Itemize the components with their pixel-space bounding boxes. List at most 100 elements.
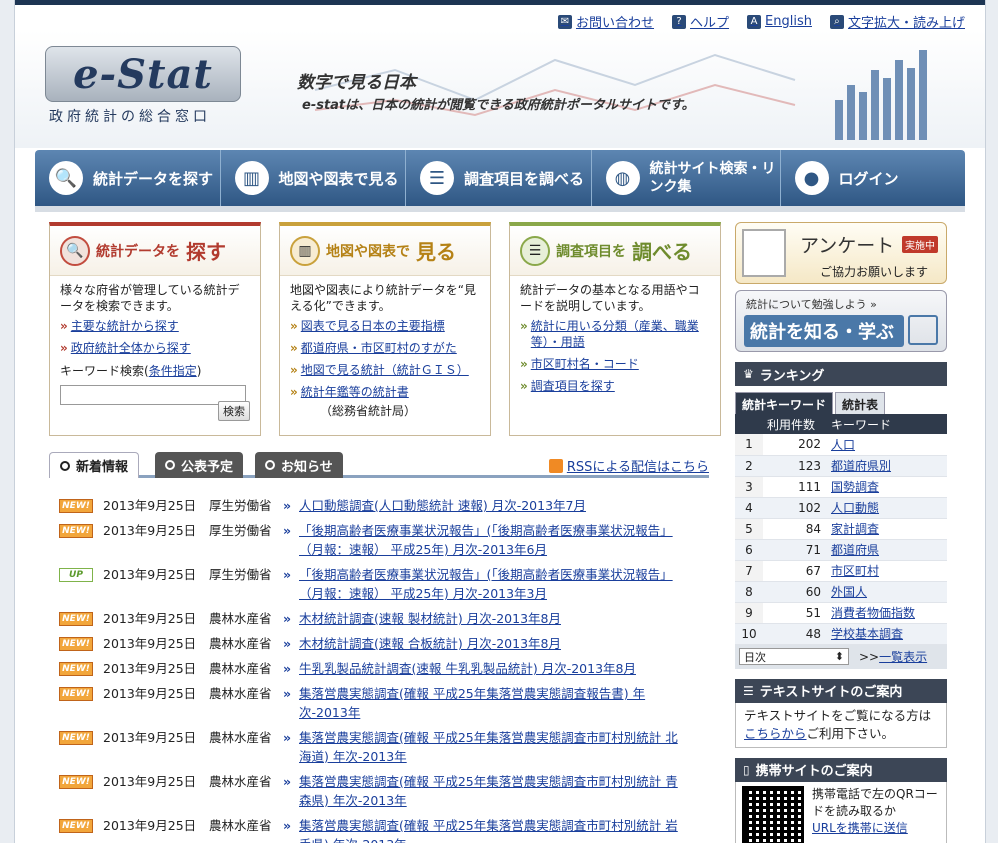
- rank-keyword-link[interactable]: 都道府県: [831, 543, 879, 557]
- status-badge: UP: [59, 568, 93, 582]
- link-municipality-code[interactable]: 市区町村名・コード: [531, 356, 639, 372]
- news-title-link[interactable]: 集落営農実態調査(確報 平成25年集落営農実態調査市町村別統計 岩手県) 年次-…: [299, 816, 689, 843]
- document-search-icon: ☰: [520, 235, 550, 266]
- arrow-icon: »: [283, 818, 292, 833]
- news-date: 2013年9月25日: [103, 523, 197, 538]
- rank-keyword-link[interactable]: 消費者物価指数: [831, 606, 915, 620]
- news-row: NEW! 2013年9月25日 農林水産省 » 集落営農実態調査(確報 平成25年集落営…: [59, 772, 719, 810]
- rank-count: 51: [763, 602, 827, 624]
- arrow-icon: »: [283, 567, 292, 582]
- news-row: NEW! 2013年9月25日 農林水産省 » 集落営農実態調査(確報 平成25年集落営…: [59, 684, 719, 722]
- rank-keyword-link[interactable]: 家計調査: [831, 522, 879, 536]
- more-link[interactable]: >>一覧表示: [859, 648, 927, 665]
- learn-banner[interactable]: 統計について勉強しよう » 統計を知る・学ぶ: [735, 290, 947, 352]
- period-select[interactable]: 日次 ⬍: [739, 648, 849, 665]
- news-title-link[interactable]: 「後期高齢者医療事業状況報告」(「後期高齢者医療事業状況報告」（月報：速報） 平…: [299, 521, 689, 559]
- rank-keyword-link[interactable]: 国勢調査: [831, 480, 879, 494]
- news-date: 2013年9月25日: [103, 730, 197, 745]
- status-badge: NEW!: [59, 775, 93, 789]
- news-title-link[interactable]: 集落営農実態調査(確報 平成25年集落営農実態調査市町村別統計 北海道) 年次-…: [299, 728, 689, 766]
- rss-link[interactable]: RSSによる配信はこちら: [548, 456, 709, 475]
- link-yearbook[interactable]: 統計年鑑等の統計書: [301, 384, 409, 400]
- tab-stat-keyword[interactable]: 統計キーワード: [735, 392, 834, 414]
- text-site-link[interactable]: こちらから: [744, 726, 807, 741]
- rank-keyword-link[interactable]: 人口動態: [831, 501, 879, 515]
- rank-number: 5: [735, 518, 763, 540]
- table-row: 9 51 消費者物価指数: [735, 602, 947, 624]
- news-title-link[interactable]: 「後期高齢者医療事業状況報告」(「後期高齢者医療事業状況報告」（月報：速報） 平…: [299, 565, 689, 603]
- search-button[interactable]: 検索: [218, 401, 250, 421]
- link-stat-gis[interactable]: 地図で見る統計（統計ＧＩＳ）: [301, 362, 469, 378]
- status-badge: NEW!: [59, 687, 93, 701]
- col-keyword: キーワード: [827, 414, 947, 434]
- estat-logo[interactable]: e-Stat: [45, 46, 241, 102]
- link-all-stats[interactable]: 政府統計全体から探す: [71, 340, 191, 356]
- link-classification[interactable]: 統計に用いる分類（産業、職業等）・用語: [531, 318, 710, 350]
- card-survey: ☰ 調査項目を 調べる 統計データの基本となる用語やコードを説明しています。 » 統…: [509, 222, 721, 436]
- table-row: 4 102 人口動態: [735, 497, 947, 519]
- rank-keyword-link[interactable]: 学校基本調査: [831, 627, 903, 641]
- help-link[interactable]: ? ヘルプ: [672, 12, 729, 31]
- mobile-icon: ▯: [743, 762, 750, 777]
- chart-icon: ▥: [290, 235, 320, 266]
- news-title-link[interactable]: 集落営農実態調査(確報 平成25年集落営農実態調査市町村別統計 青森県) 年次-…: [299, 772, 689, 810]
- chat-icon: ✉: [558, 14, 572, 29]
- english-link[interactable]: A English: [747, 12, 812, 31]
- sidebar: アンケート 実施中 ご協力お願いします 統計について勉強しよう » 統計を知る・…: [735, 222, 947, 843]
- news-org: 農林水産省: [209, 774, 272, 789]
- list-item: » 統計年鑑等の統計書: [290, 384, 480, 400]
- link-main-indicators[interactable]: 図表で見る日本の主要指標: [301, 318, 445, 334]
- news-date: 2013年9月25日: [103, 636, 197, 651]
- news-org: 農林水産省: [209, 686, 272, 701]
- ranking-tabs: 統計キーワード 統計表: [735, 392, 947, 414]
- arrow-icon: »: [290, 363, 298, 377]
- rank-count: 202: [763, 434, 827, 456]
- link-find-items[interactable]: 調査項目を探す: [531, 378, 615, 394]
- arrow-icon: »: [520, 319, 528, 333]
- news-title-link[interactable]: 木材統計調査(速報 製材統計) 月次-2013年8月: [299, 609, 689, 628]
- enquete-banner[interactable]: アンケート 実施中 ご協力お願いします: [735, 222, 947, 284]
- chevron-down-icon: ⬍: [834, 650, 844, 663]
- nav-search-data[interactable]: 🔍 統計データを探す: [35, 150, 221, 206]
- list-item: » 都道府県・市区町村のすがた: [290, 340, 480, 356]
- zoom-icon: ⌕: [829, 14, 844, 29]
- nav-map-chart[interactable]: ▥ 地図や図表で見る: [221, 150, 406, 206]
- news-row: NEW! 2013年9月25日 厚生労働省 » 人口動態調査(人口動態統計 速報) 月次…: [59, 496, 719, 515]
- table-row: 7 67 市区町村: [735, 560, 947, 582]
- contact-link[interactable]: ✉ お問い合わせ: [558, 12, 654, 31]
- tagline-title: 数字で見る日本: [297, 73, 416, 93]
- news-date: 2013年9月25日: [103, 818, 197, 833]
- arrow-icon: »: [283, 661, 292, 676]
- rank-keyword-link[interactable]: 市区町村: [831, 564, 879, 578]
- news-title-link[interactable]: 木材統計調査(速報 合板統計) 月次-2013年8月: [299, 634, 689, 653]
- globe-icon: ◍: [605, 161, 640, 195]
- send-url-link[interactable]: URLを携帯に送信: [812, 821, 908, 835]
- link-prefecture-profile[interactable]: 都道府県・市区町村のすがた: [301, 340, 457, 356]
- rank-number: 3: [735, 476, 763, 498]
- rss-icon: [548, 458, 563, 473]
- arrow-icon: »: [290, 319, 298, 333]
- nav-login[interactable]: ● ログイン: [781, 150, 966, 206]
- tab-new-info[interactable]: 新着情報: [49, 452, 140, 478]
- text-zoom-link[interactable]: ⌕ 文字拡大・読み上げ: [829, 12, 965, 31]
- rank-keyword-cell: 外国人: [827, 581, 947, 603]
- link-major-stats[interactable]: 主要な統計から探す: [71, 318, 179, 334]
- status-badge: NEW!: [59, 524, 93, 538]
- rank-keyword-link[interactable]: 人口: [831, 438, 855, 452]
- tab-schedule[interactable]: 公表予定: [155, 452, 244, 478]
- news-title-link[interactable]: 人口動態調査(人口動態統計 速報) 月次-2013年7月: [299, 496, 689, 515]
- rank-count: 71: [763, 539, 827, 561]
- tab-notice[interactable]: お知らせ: [255, 452, 343, 478]
- rank-keyword-link[interactable]: 都道府県別: [831, 459, 891, 473]
- top-bar: [15, 0, 985, 5]
- condition-link[interactable]: 条件指定: [149, 364, 197, 378]
- rank-keyword-cell: 学校基本調査: [827, 623, 947, 645]
- rank-count: 60: [763, 581, 827, 603]
- nav-site-search[interactable]: ◍ 統計サイト検索・リンク集: [592, 150, 781, 206]
- rank-keyword-link[interactable]: 外国人: [831, 585, 867, 599]
- nav-survey-items[interactable]: ☰ 調査項目を調べる: [406, 150, 592, 206]
- news-title-link[interactable]: 集落営農実態調査(確報 平成25年集落営農実態調査報告書) 年次-2013年: [299, 684, 689, 722]
- mobile-site-box: 携帯電話で左のQRコードを読み取るか URLを携帯に送信: [735, 781, 947, 843]
- news-title-link[interactable]: 牛乳乳製品統計調査(速報 牛乳乳製品統計) 月次-2013年8月: [299, 659, 689, 678]
- tab-stat-table[interactable]: 統計表: [835, 392, 886, 414]
